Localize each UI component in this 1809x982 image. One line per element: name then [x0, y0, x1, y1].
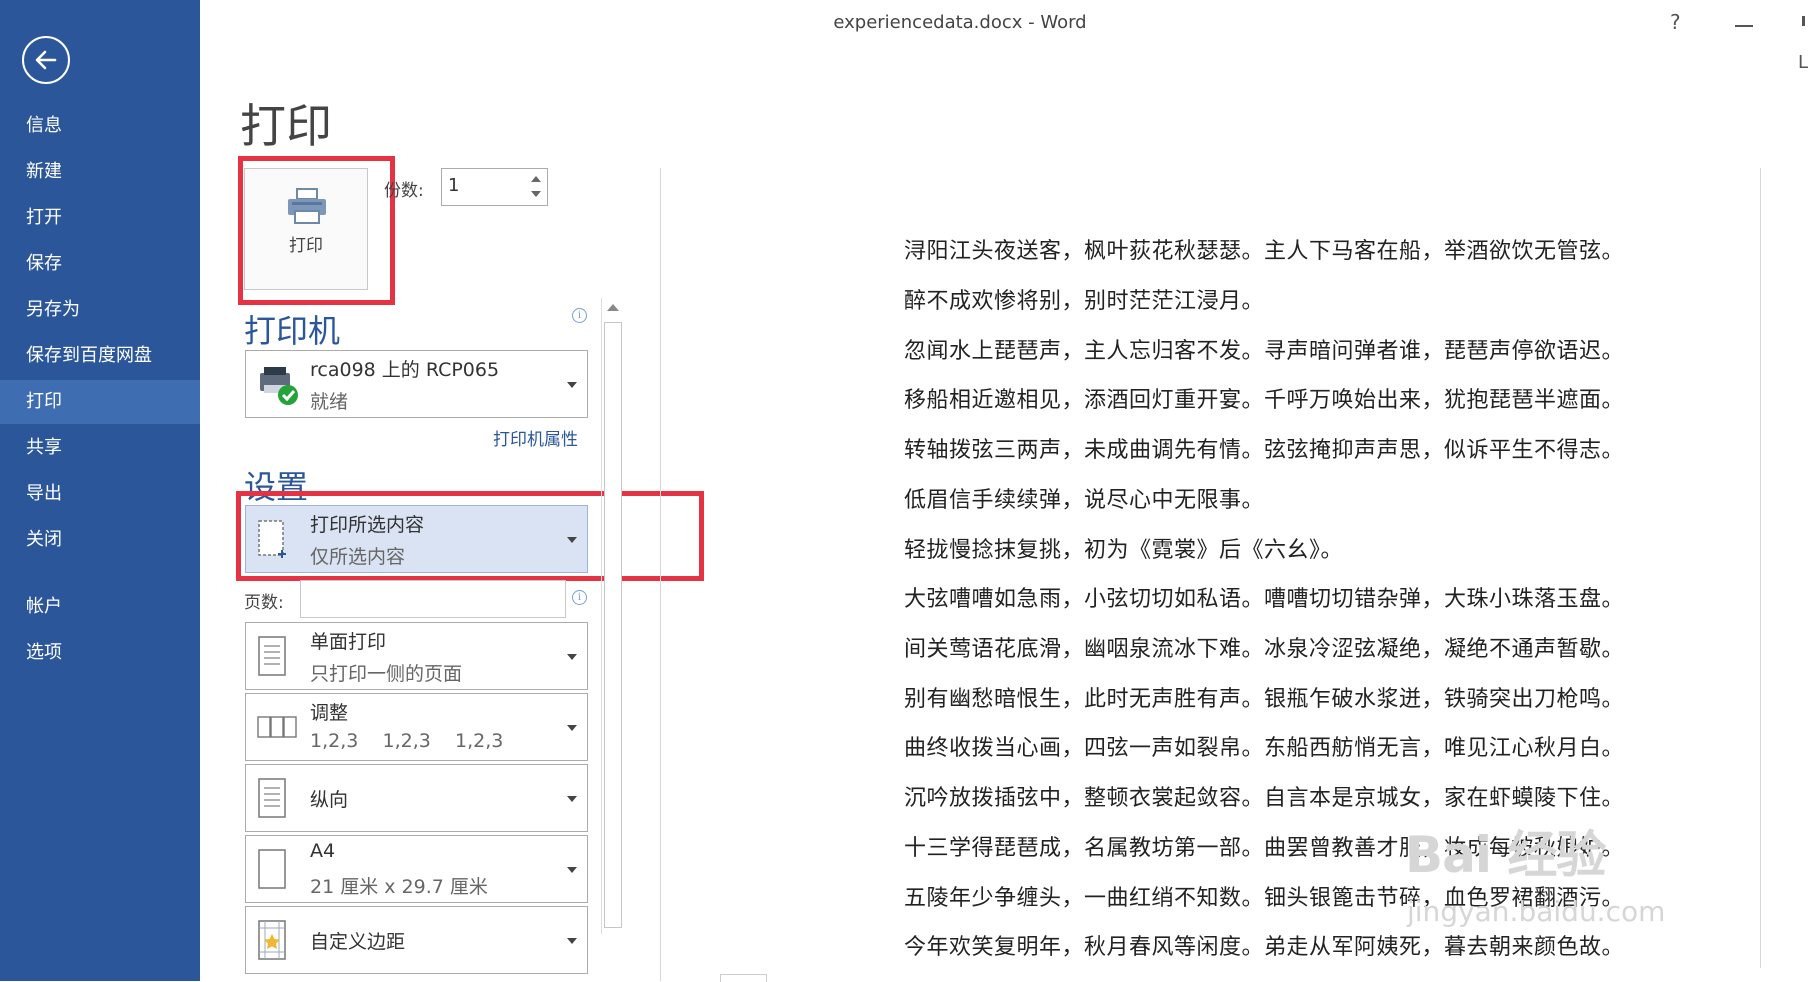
- sidebar-item-save-as[interactable]: 另存为: [0, 288, 200, 332]
- printer-dropdown[interactable]: rca098 上的 RCP065 就绪: [245, 350, 588, 418]
- chevron-down-icon: [567, 938, 577, 944]
- portrait-icon: [258, 778, 286, 818]
- printer-section-title: 打印机: [244, 312, 341, 350]
- orientation-main: 纵向: [310, 789, 349, 811]
- pages-label: 页数:: [244, 593, 284, 613]
- chevron-down-icon: [567, 654, 577, 660]
- sidebar-item-share[interactable]: 共享: [0, 426, 200, 470]
- sidebar-item-save[interactable]: 保存: [0, 242, 200, 286]
- margins-dropdown[interactable]: 自定义边距: [245, 906, 588, 974]
- info-icon[interactable]: i: [572, 308, 587, 323]
- sidebar-item-print[interactable]: 打印: [0, 380, 200, 424]
- document-line: 轻拢慢捻抹复挑，初为《霓裳》后《六幺》。: [904, 538, 1344, 563]
- chevron-down-icon: [567, 382, 577, 388]
- collate-main: 调整: [310, 702, 349, 724]
- margins-icon: [258, 920, 286, 960]
- arrow-left-icon: [35, 50, 57, 70]
- scroll-thumb[interactable]: [604, 322, 622, 928]
- paper-sub: 21 厘米 x 29.7 厘米: [310, 876, 488, 898]
- document-line: 浔阳江头夜送客，枫叶荻花秋瑟瑟。主人下马客在船，举酒欲饮无管弦。: [904, 239, 1625, 264]
- collate-sub: 1,2,3 1,2,3 1,2,3: [310, 730, 504, 752]
- sides-dropdown[interactable]: 单面打印 只打印一侧的页面: [245, 622, 588, 690]
- printer-properties-link[interactable]: 打印机属性: [493, 425, 578, 450]
- pages-input[interactable]: [300, 580, 566, 618]
- baidu-jingyan-watermark: Bai 经验 jingyan.baidu.com: [1405, 815, 1725, 945]
- page-right-edge: [1760, 168, 1761, 968]
- paper-main: A4: [310, 840, 336, 862]
- printer-name: rca098 上的 RCP065: [310, 359, 500, 381]
- document-line: 曲终收拨当心画，四弦一声如裂帛。东船西舫悄无言，唯见江心秋月白。: [904, 736, 1625, 761]
- scroll-up-icon[interactable]: [607, 304, 619, 311]
- watermark-url: jingyan.baidu.com: [1407, 895, 1666, 928]
- copies-up-icon[interactable]: [531, 176, 541, 182]
- document-line: 忽闻水上琵琶声，主人忘归客不发。寻声暗问弹者谁，琵琶声停欲语迟。: [904, 339, 1625, 364]
- sidebar-item-open[interactable]: 打开: [0, 196, 200, 240]
- paper-icon: [258, 849, 286, 889]
- document-line: 醉不成欢惨将别，别时茫茫江浸月。: [904, 289, 1265, 314]
- sidebar-item-save-to-baidu[interactable]: 保存到百度网盘: [0, 334, 200, 378]
- sides-main: 单面打印: [310, 631, 387, 653]
- back-button[interactable]: [22, 36, 70, 84]
- restore-button-edge[interactable]: [1802, 16, 1805, 26]
- info-icon[interactable]: i: [572, 590, 587, 605]
- chevron-down-icon: [567, 725, 577, 731]
- minimize-button[interactable]: [1735, 25, 1753, 27]
- user-initial[interactable]: L: [1798, 52, 1808, 73]
- copies-label: 份数:: [384, 181, 424, 201]
- document-line: 间关莺语花底滑，幽咽泉流冰下难。冰泉冷涩弦凝绝，凝绝不通声暂歇。: [904, 637, 1625, 662]
- highlight-box-range: [236, 491, 704, 581]
- backstage-sidebar: 信息 新建 打开 保存 另存为 保存到百度网盘 打印 共享 导出 关闭 帐户 选…: [0, 0, 200, 981]
- document-line: 大弦嘈嘈如急雨，小弦切切如私语。嘈嘈切切错杂弹，大珠小珠落玉盘。: [904, 587, 1625, 612]
- settings-scrollbar[interactable]: [601, 298, 624, 934]
- collate-dropdown[interactable]: 调整 1,2,3 1,2,3 1,2,3: [245, 693, 588, 761]
- document-line: 移船相近邀相见，添酒回灯重开宴。千呼万唤始出来，犹抱琵琶半遮面。: [904, 388, 1625, 413]
- panel-divider: [660, 168, 661, 981]
- printer-status: 就绪: [310, 391, 349, 413]
- document-line: 转轴拨弦三两声，未成曲调先有情。弦弦掩抑声声思，似诉平生不得志。: [904, 438, 1625, 463]
- paper-size-dropdown[interactable]: A4 21 厘米 x 29.7 厘米: [245, 835, 588, 903]
- document-line: 别有幽愁暗恨生，此时无声胜有声。银瓶乍破水浆迸，铁骑突出刀枪鸣。: [904, 687, 1625, 712]
- sidebar-item-account[interactable]: 帐户: [0, 585, 200, 629]
- single-sided-icon: [258, 636, 286, 676]
- sidebar-item-export[interactable]: 导出: [0, 472, 200, 516]
- sidebar-item-close[interactable]: 关闭: [0, 518, 200, 562]
- copies-stepper[interactable]: 1: [441, 168, 548, 206]
- copies-value: 1: [448, 175, 460, 196]
- sidebar-item-new[interactable]: 新建: [0, 150, 200, 194]
- sides-sub: 只打印一侧的页面: [310, 663, 463, 685]
- document-line: 沉吟放拨插弦中，整顿衣裳起敛容。自言本是京城女，家在虾蟆陵下住。: [904, 786, 1625, 811]
- help-button[interactable]: ?: [1670, 10, 1681, 34]
- chevron-down-icon: [567, 867, 577, 873]
- highlight-box-print: [238, 156, 395, 305]
- copies-down-icon[interactable]: [531, 191, 541, 197]
- watermark-brand: Bai 经验: [1405, 826, 1606, 884]
- chevron-down-icon: [567, 796, 577, 802]
- sidebar-item-options[interactable]: 选项: [0, 631, 200, 675]
- orientation-dropdown[interactable]: 纵向: [245, 764, 588, 832]
- collate-icon: [257, 716, 297, 738]
- window-title: experiencedata.docx - Word: [833, 12, 1087, 33]
- printer-ready-icon: [260, 367, 298, 405]
- margins-main: 自定义边距: [310, 931, 406, 953]
- document-line: 低眉信手续续弹，说尽心中无限事。: [904, 488, 1265, 513]
- sidebar-item-info[interactable]: 信息: [0, 104, 200, 148]
- page-title: 打印: [240, 99, 332, 153]
